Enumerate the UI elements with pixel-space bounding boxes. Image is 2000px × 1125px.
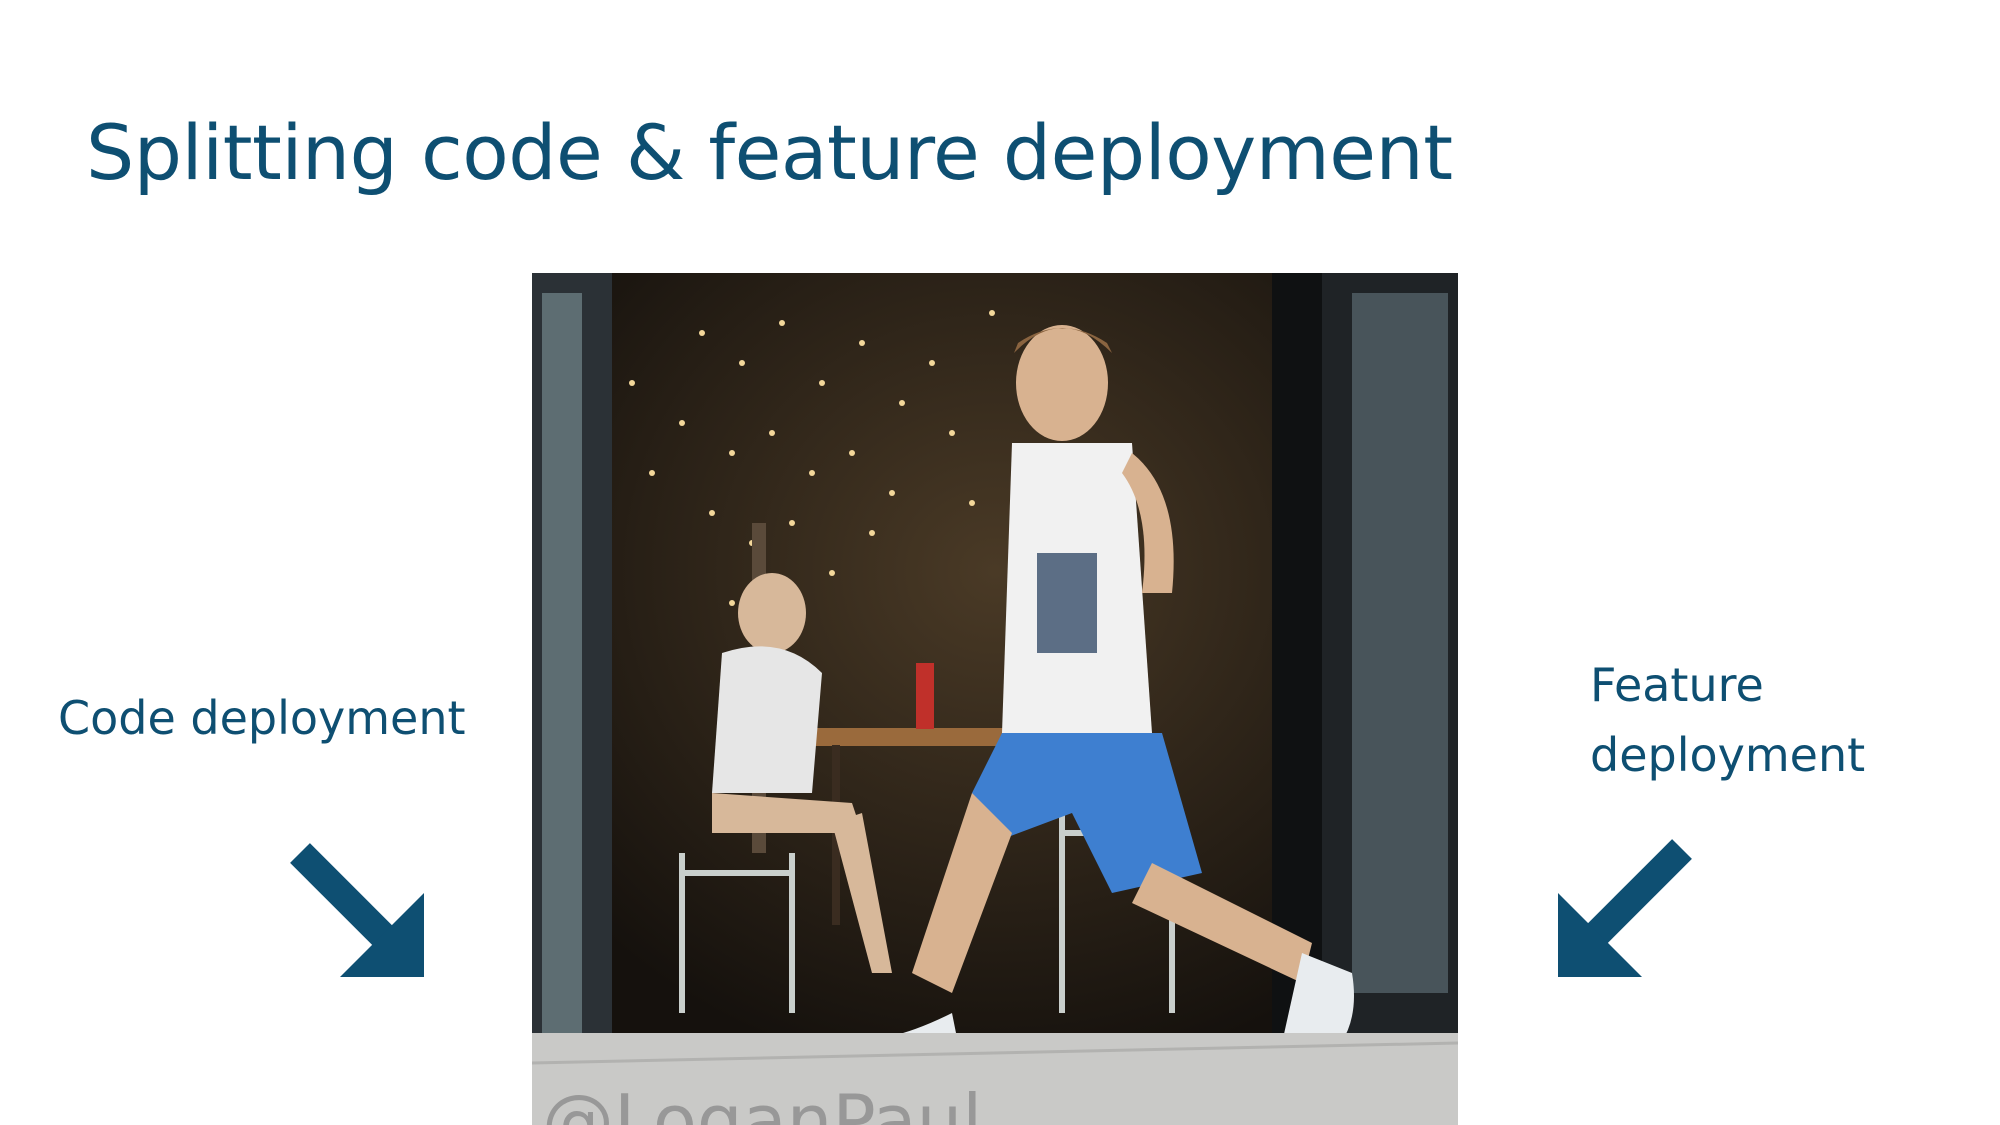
photo-man-striding: @LoganPaul <box>532 273 1458 1125</box>
photo-of-man-striding-icon <box>532 273 1458 1125</box>
photo-watermark: @LoganPaul <box>542 1079 983 1125</box>
feature-deployment-label-line1: Feature <box>1590 658 1764 712</box>
feature-deployment-label-line2: deployment <box>1590 728 1866 782</box>
code-deployment-label: Code deployment <box>58 691 466 745</box>
arrow-down-left-icon <box>1558 839 1692 977</box>
slide-title: Splitting code & feature deployment <box>86 108 1453 197</box>
feature-deployment-label: Feature deployment <box>1590 650 1865 790</box>
arrow-down-right-icon <box>290 843 424 977</box>
